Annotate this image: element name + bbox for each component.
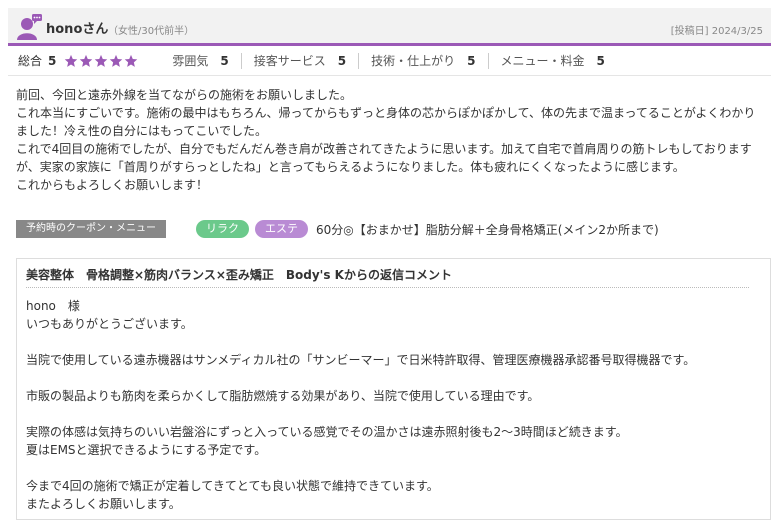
- reply-line: [26, 459, 761, 477]
- star-icon: [80, 54, 93, 67]
- category-rating: 雰囲気 5: [160, 53, 240, 69]
- review-paragraph: これで4回目の施術でしたが、自分でもだんだん巻き肩が改善されてきたように思います…: [16, 142, 752, 174]
- category-label: 技術・仕上がり: [371, 54, 456, 68]
- reply-line: いつもありがとうございます。: [26, 317, 193, 331]
- tag-relax[interactable]: リラク: [196, 220, 249, 238]
- tag-este[interactable]: エステ: [255, 220, 308, 238]
- reply-line: 夏はEMSと選択できるようにする予定です。: [26, 443, 267, 457]
- reply-text: hono 様いつもありがとうございます。 当院で使用している遠赤機器はサンメディ…: [26, 297, 761, 513]
- post-date: [投稿日] 2024/3/25: [670, 26, 763, 37]
- category-rating: 技術・仕上がり 5: [358, 52, 487, 69]
- reply-line: hono 様: [26, 299, 80, 313]
- reply-title: 美容整体 骨格調整×筋肉バランス×歪み矯正 Body's Kからの返信コメント: [26, 266, 749, 288]
- category-rating: 接客サービス 5: [240, 52, 358, 69]
- category-score: 5: [220, 53, 229, 68]
- star-icon: [95, 54, 108, 67]
- review-paragraph: 前回、今回と遠赤外線を当てながらの施術をお願いしました。: [16, 88, 353, 102]
- reviewer-name: honoさん: [46, 22, 109, 37]
- category-label: 雰囲気: [172, 54, 209, 68]
- review-text: 前回、今回と遠赤外線を当てながらの施術をお願いしました。これ本当にすごいです。施…: [16, 86, 766, 194]
- review-paragraph: これ本当にすごいです。施術の最中はもちろん、帰ってからもずっと身体の芯からぽかぽ…: [16, 106, 756, 138]
- user-avatar-icon: [17, 14, 42, 40]
- star-icon: [110, 54, 123, 67]
- coupon-menu-text: 60分◎【おまかせ】脂肪分解＋全身骨格矯正(メイン2か所まで): [316, 222, 659, 237]
- category-score: 5: [467, 53, 476, 68]
- overall-rating-score: 5: [48, 53, 57, 68]
- coupon-label: 予約時のクーポン・メニュー: [16, 220, 166, 238]
- star-icon: [65, 54, 78, 67]
- category-ratings: 雰囲気 5 接客サービス 5 技術・仕上がり 5 メニュー・料金 5: [160, 52, 617, 69]
- reply-line: 今まで4回の施術で矯正が定着してきてとても良い状態で維持できています。: [26, 479, 439, 493]
- reviewer-demographics: （女性/30代前半）: [108, 26, 195, 37]
- category-label: メニュー・料金: [500, 54, 585, 68]
- reply-line: [26, 405, 761, 423]
- overall-rating-label: 総合: [18, 54, 43, 68]
- reply-line: [26, 333, 761, 351]
- category-score: 5: [596, 53, 605, 68]
- coupon-row: 予約時のクーポン・メニュー リラク エステ 60分◎【おまかせ】脂肪分解＋全身骨…: [16, 219, 771, 239]
- star-rating: [64, 54, 138, 68]
- reply-line: またよろしくお願いします。: [26, 497, 181, 511]
- star-icon: [125, 54, 138, 67]
- salon-reply: 美容整体 骨格調整×筋肉バランス×歪み矯正 Body's Kからの返信コメント …: [16, 258, 771, 520]
- review-header: honoさん （女性/30代前半） [投稿日] 2024/3/25: [8, 8, 771, 46]
- review-paragraph: これからもよろしくお願いします！: [16, 178, 209, 192]
- category-score: 5: [337, 53, 347, 68]
- reply-line: 市販の製品よりも筋肉を柔らかくして脂肪燃焼する効果があり、当院で使用している理由…: [26, 389, 540, 403]
- category-label: 接客サービス: [253, 54, 326, 68]
- reply-line: 実際の体感は気持ちのいい岩盤浴にずっと入っている感覚でその温かさは遠赤照射後も2…: [26, 425, 628, 439]
- category-rating: メニュー・料金 5: [487, 52, 617, 69]
- rating-bar: 総合 5 雰囲気 5 接客サービス 5 技術・仕上がり 5 メニュー・料金 5: [8, 46, 771, 76]
- reply-line: [26, 369, 761, 387]
- reply-line: 当院で使用している遠赤機器はサンメディカル社の「サンビーマー」で日米特許取得、管…: [26, 353, 696, 367]
